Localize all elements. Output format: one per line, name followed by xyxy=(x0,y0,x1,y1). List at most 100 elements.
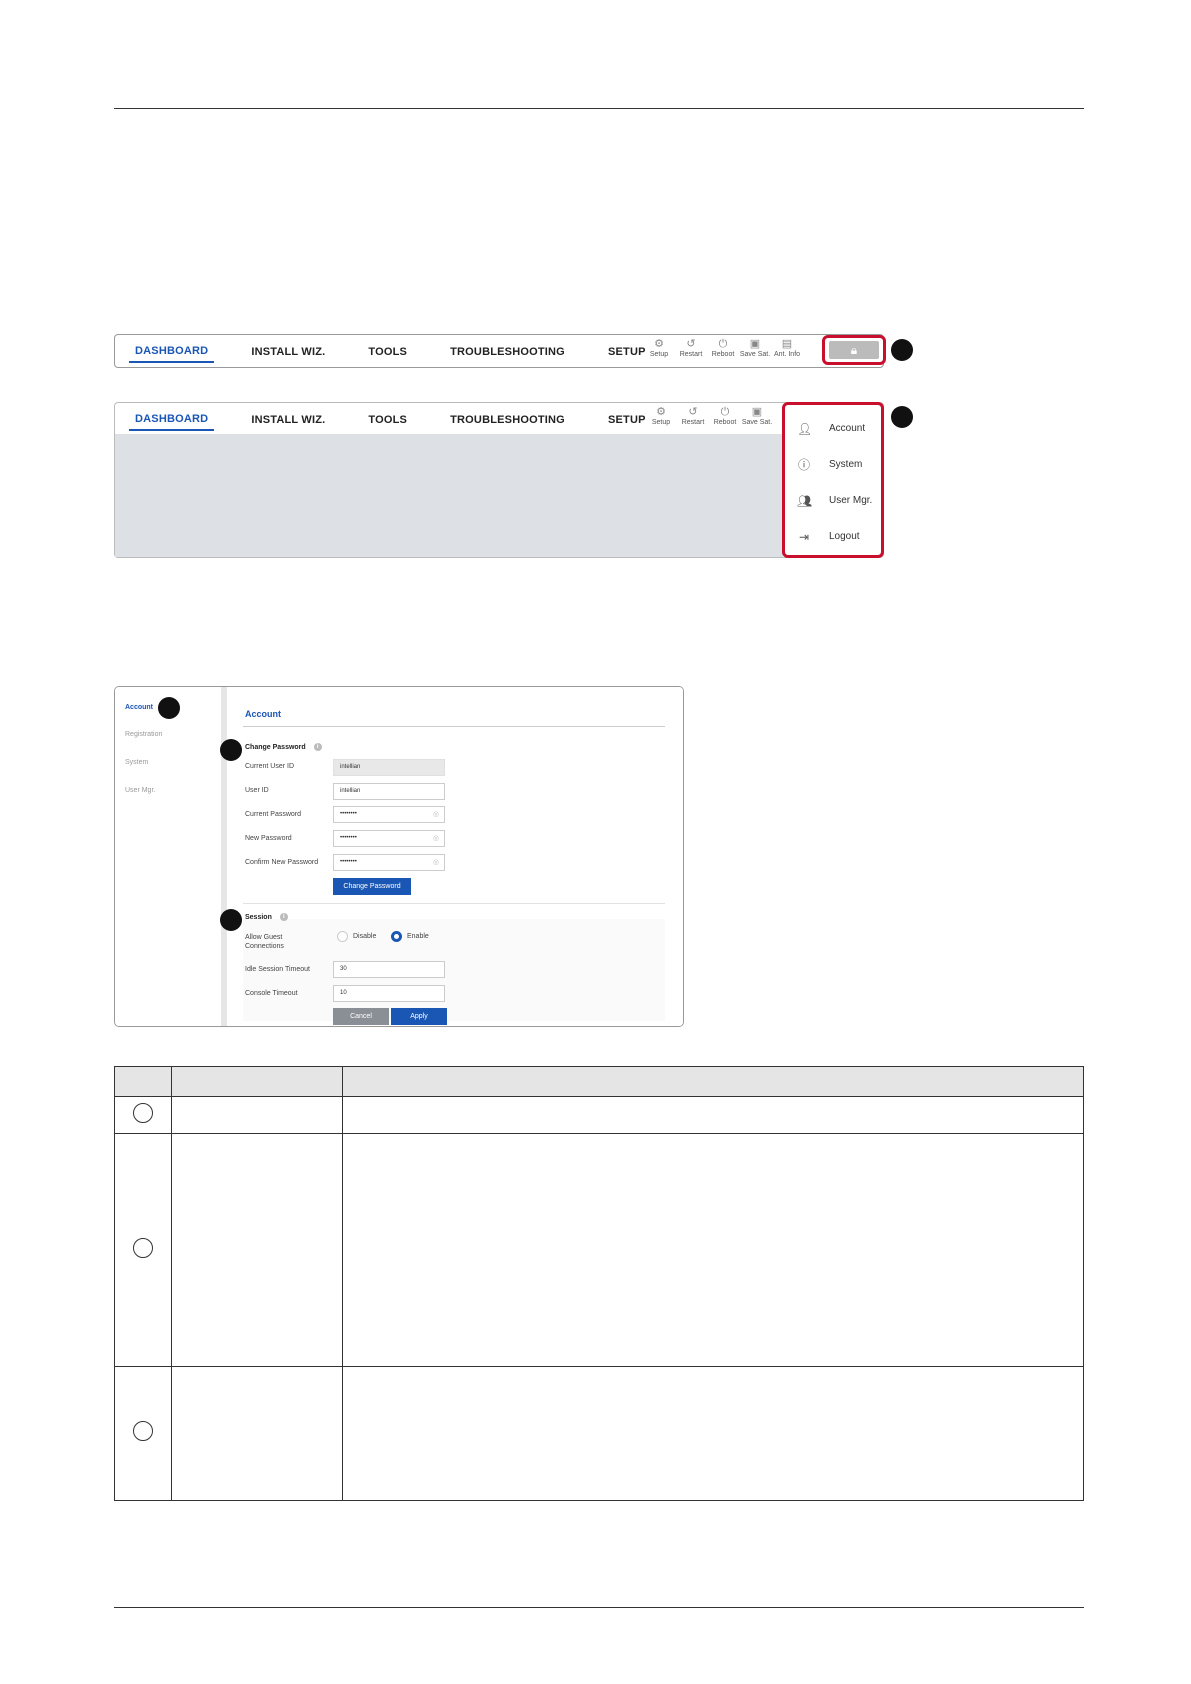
sidebar-item-registration[interactable]: Registration xyxy=(125,731,162,738)
number-circle xyxy=(133,1421,153,1441)
menu-item-label: System xyxy=(829,459,863,470)
tab-tools[interactable]: TOOLS xyxy=(362,410,413,430)
table-cell xyxy=(171,1096,343,1134)
eye-icon[interactable]: ◎ xyxy=(433,831,439,846)
reboot-button[interactable]: ⏻ Reboot xyxy=(709,405,741,426)
info-icon[interactable]: i xyxy=(279,913,288,921)
info-icon: ⓘ xyxy=(797,458,810,472)
new-password-label: New Password xyxy=(245,835,292,842)
table-header-cell xyxy=(114,1066,172,1097)
save-icon: ▣ xyxy=(751,406,763,418)
confirm-password-input[interactable]: •••••••• ◎ xyxy=(333,854,445,871)
user-id-input[interactable]: intellian xyxy=(333,783,445,800)
setup-button[interactable]: ⚙ Setup xyxy=(643,337,675,358)
allow-guest-label: Allow Guest xyxy=(245,934,283,941)
change-password-button[interactable]: Change Password xyxy=(333,878,411,895)
sidebar-item-user-mgr[interactable]: User Mgr. xyxy=(125,787,155,794)
tab-dashboard[interactable]: DASHBOARD xyxy=(129,341,215,363)
table-cell xyxy=(114,1096,172,1134)
table-row xyxy=(114,1133,1084,1367)
idle-timeout-input[interactable]: 30 xyxy=(333,961,445,978)
info-icon[interactable]: i xyxy=(313,743,322,751)
menu-item-account[interactable]: 👤︎ Account xyxy=(785,419,881,439)
current-password-label: Current Password xyxy=(245,811,302,818)
table-cell xyxy=(114,1366,172,1501)
disable-radio[interactable] xyxy=(337,931,348,942)
sidebar-item-account[interactable]: Account xyxy=(125,704,153,711)
change-password-heading: Change Password i xyxy=(245,743,322,751)
table-cell xyxy=(171,1366,343,1501)
person-icon: 👤︎ xyxy=(797,422,813,436)
menu-item-label: Account xyxy=(829,423,866,434)
reboot-button[interactable]: ⏻ Reboot xyxy=(707,337,739,358)
callout-marker xyxy=(891,406,913,428)
account-content: Account Change Password i Current User ID… xyxy=(227,687,683,1026)
table-row xyxy=(114,1096,1084,1134)
console-timeout-value: 10 xyxy=(340,990,347,996)
setup-button[interactable]: ⚙ Setup xyxy=(645,405,677,426)
idle-timeout-label: Idle Session Timeout xyxy=(245,966,310,973)
tab-install-wiz[interactable]: INSTALL WIZ. xyxy=(245,342,331,362)
toolbar: ⚙ Setup ↺ Restart ⏻ Reboot ▣ Save Sat. ▤ Ant.… xyxy=(643,337,803,358)
top-rule xyxy=(114,108,1084,109)
tab-dashboard[interactable]: DASHBOARD xyxy=(129,409,215,431)
lock-button[interactable]: 🔒︎ xyxy=(822,335,886,365)
enable-radio[interactable] xyxy=(391,931,402,942)
console-timeout-input[interactable]: 10 xyxy=(333,985,445,1002)
eye-icon[interactable]: ◎ xyxy=(433,855,439,870)
menu-item-logout[interactable]: ⇥ Logout xyxy=(785,527,881,547)
save-sat-button[interactable]: ▣ Save Sat. xyxy=(741,405,773,426)
sidebar-item-system[interactable]: System xyxy=(125,759,148,766)
user-menu-dropdown: 👤︎ Account ⓘ System 👥︎ User Mgr. ⇥ Logou… xyxy=(782,402,884,558)
gear-icon: ⚙ xyxy=(656,406,666,418)
table-cell xyxy=(342,1096,1084,1134)
logout-icon: ⇥ xyxy=(798,530,810,544)
tab-tools[interactable]: TOOLS xyxy=(362,342,413,362)
section-divider xyxy=(243,903,665,904)
table-cell xyxy=(114,1133,172,1367)
confirm-password-label: Confirm New Password xyxy=(245,859,319,866)
session-heading: Session i xyxy=(245,913,288,921)
new-password-input[interactable]: •••••••• ◎ xyxy=(333,830,445,847)
user-id-label: User ID xyxy=(245,787,269,794)
restart-button[interactable]: ↺ Restart xyxy=(677,405,709,426)
current-password-input[interactable]: •••••••• ◎ xyxy=(333,806,445,823)
restart-button[interactable]: ↺ Restart xyxy=(675,337,707,358)
apply-button[interactable]: Apply xyxy=(391,1008,447,1025)
tab-troubleshooting[interactable]: TROUBLESHOOTING xyxy=(444,410,571,430)
console-timeout-label: Console Timeout xyxy=(245,990,298,997)
tab-troubleshooting[interactable]: TROUBLESHOOTING xyxy=(444,342,571,362)
eye-icon[interactable]: ◎ xyxy=(433,807,439,822)
save-icon: ▣ xyxy=(749,338,761,350)
number-circle xyxy=(133,1237,153,1258)
table-row xyxy=(114,1366,1084,1501)
enable-label: Enable xyxy=(407,933,429,940)
gear-icon: ⚙ xyxy=(654,338,664,350)
reboot-label: Reboot xyxy=(711,351,735,358)
confirm-password-value: •••••••• xyxy=(340,859,357,865)
restart-icon: ↺ xyxy=(686,338,696,350)
setup-label: Setup xyxy=(651,419,671,426)
dashboard-overlay xyxy=(115,434,783,557)
save-sat-button[interactable]: ▣ Save Sat. xyxy=(739,337,771,358)
users-icon: 👥︎ xyxy=(797,494,813,508)
toolbar: ⚙ Setup ↺ Restart ⏻ Reboot ▣ Save Sat. xyxy=(645,405,773,426)
sidebar: Account Registration System User Mgr. xyxy=(115,687,227,1026)
table-header xyxy=(114,1066,1084,1097)
ant-info-button[interactable]: ▤ Ant. Info xyxy=(771,337,803,358)
callout-marker xyxy=(220,739,242,761)
save-sat-label: Save Sat. xyxy=(741,419,773,426)
current-password-value: •••••••• xyxy=(340,811,357,817)
user-id-value: intellian xyxy=(340,788,361,794)
tab-install-wiz[interactable]: INSTALL WIZ. xyxy=(245,410,331,430)
disable-label: Disable xyxy=(353,933,377,940)
menu-item-system[interactable]: ⓘ System xyxy=(785,455,881,475)
callout-marker xyxy=(220,909,242,931)
menu-item-user-mgr[interactable]: 👥︎ User Mgr. xyxy=(785,491,881,511)
allow-guest-label-line2: Connections xyxy=(245,943,284,950)
cancel-button[interactable]: Cancel xyxy=(333,1008,389,1025)
table-cell xyxy=(171,1133,343,1367)
lock-icon: 🔒︎ xyxy=(829,341,879,359)
new-password-value: •••••••• xyxy=(340,835,357,841)
callout-marker xyxy=(158,697,180,719)
